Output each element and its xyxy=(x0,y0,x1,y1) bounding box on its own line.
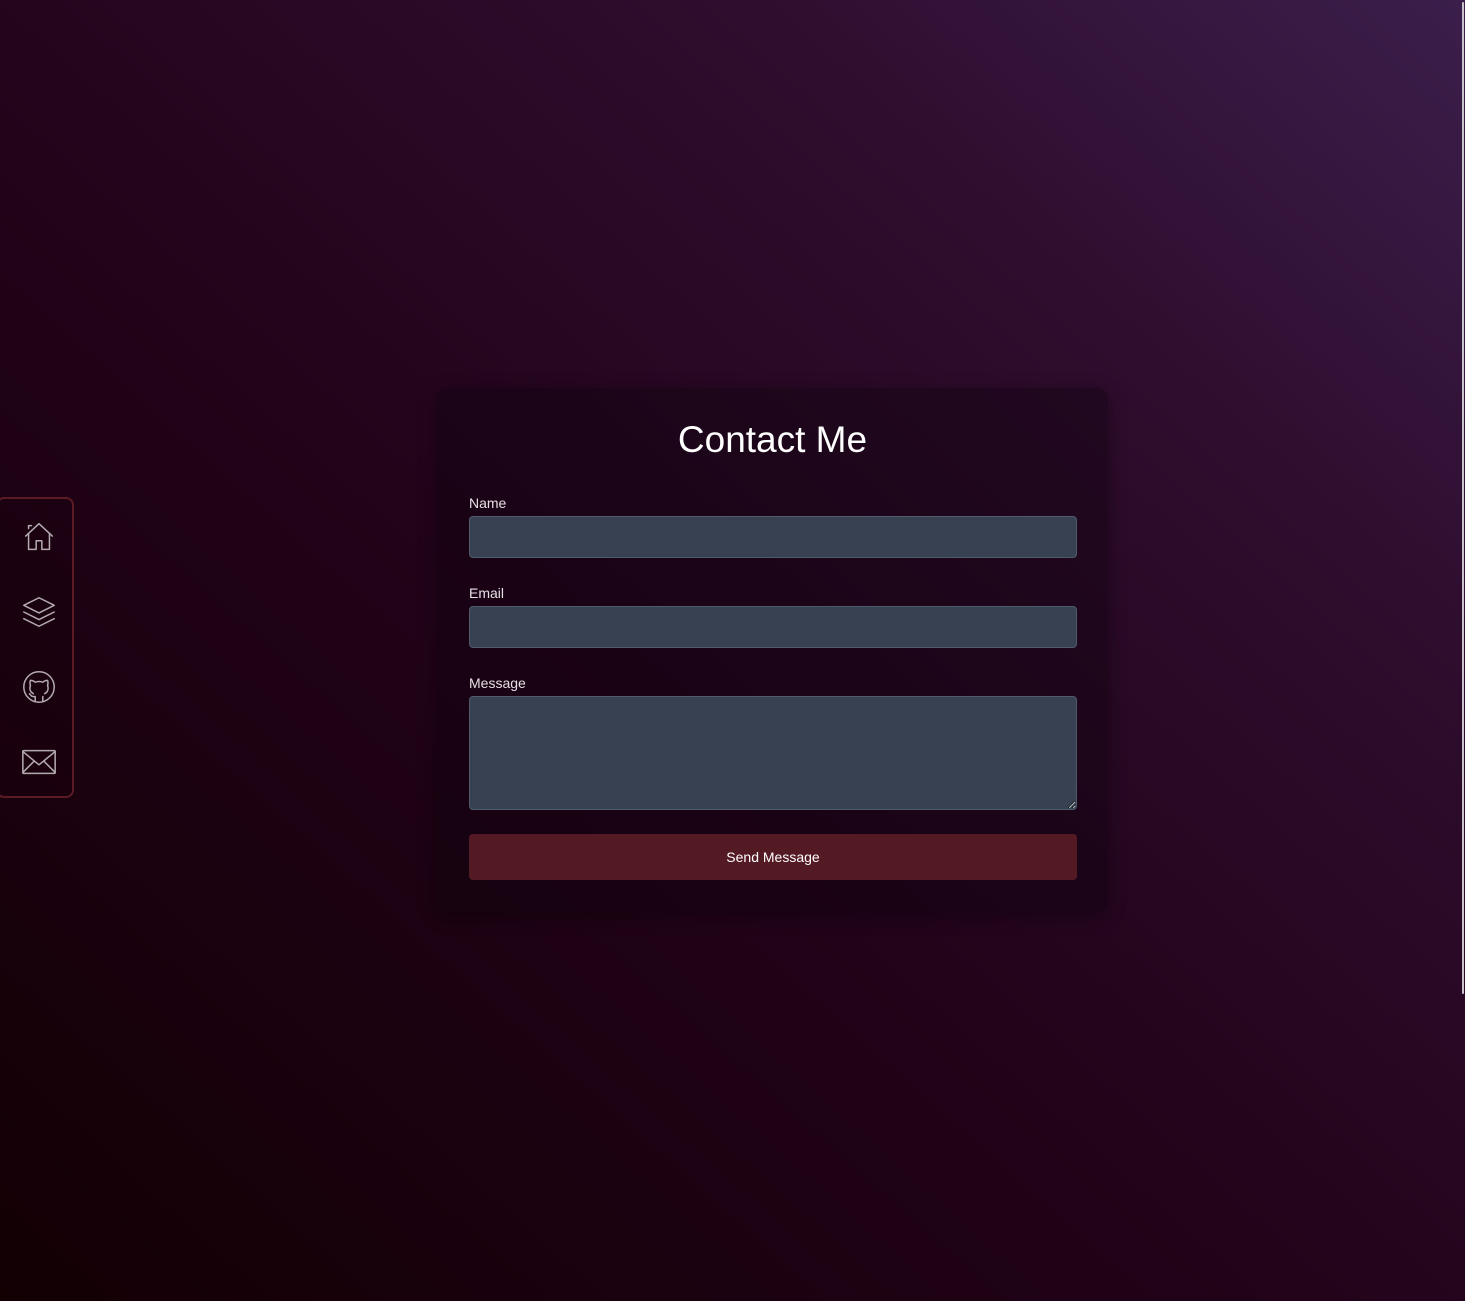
send-message-button[interactable]: Send Message xyxy=(469,834,1077,880)
nav-github[interactable] xyxy=(18,666,60,708)
home-icon xyxy=(24,522,54,551)
nav-home[interactable] xyxy=(18,516,60,558)
message-field[interactable] xyxy=(469,696,1077,810)
page-title: Contact Me xyxy=(677,419,868,460)
github-icon xyxy=(23,671,55,703)
side-nav xyxy=(0,497,74,798)
nav-projects[interactable] xyxy=(18,591,60,633)
page-scrollbar[interactable] xyxy=(1461,0,1465,1301)
layers-icon xyxy=(23,596,55,628)
message-label: Message xyxy=(469,675,526,691)
contact-card: Contact Me Name Email Message Send Messa… xyxy=(437,388,1108,912)
scrollbar-thumb[interactable] xyxy=(1462,2,1464,994)
nav-contact[interactable] xyxy=(18,741,60,783)
email-field[interactable] xyxy=(469,606,1077,648)
email-label: Email xyxy=(469,585,505,601)
name-field[interactable] xyxy=(469,516,1077,558)
name-label: Name xyxy=(469,495,507,511)
mail-icon xyxy=(22,749,56,775)
